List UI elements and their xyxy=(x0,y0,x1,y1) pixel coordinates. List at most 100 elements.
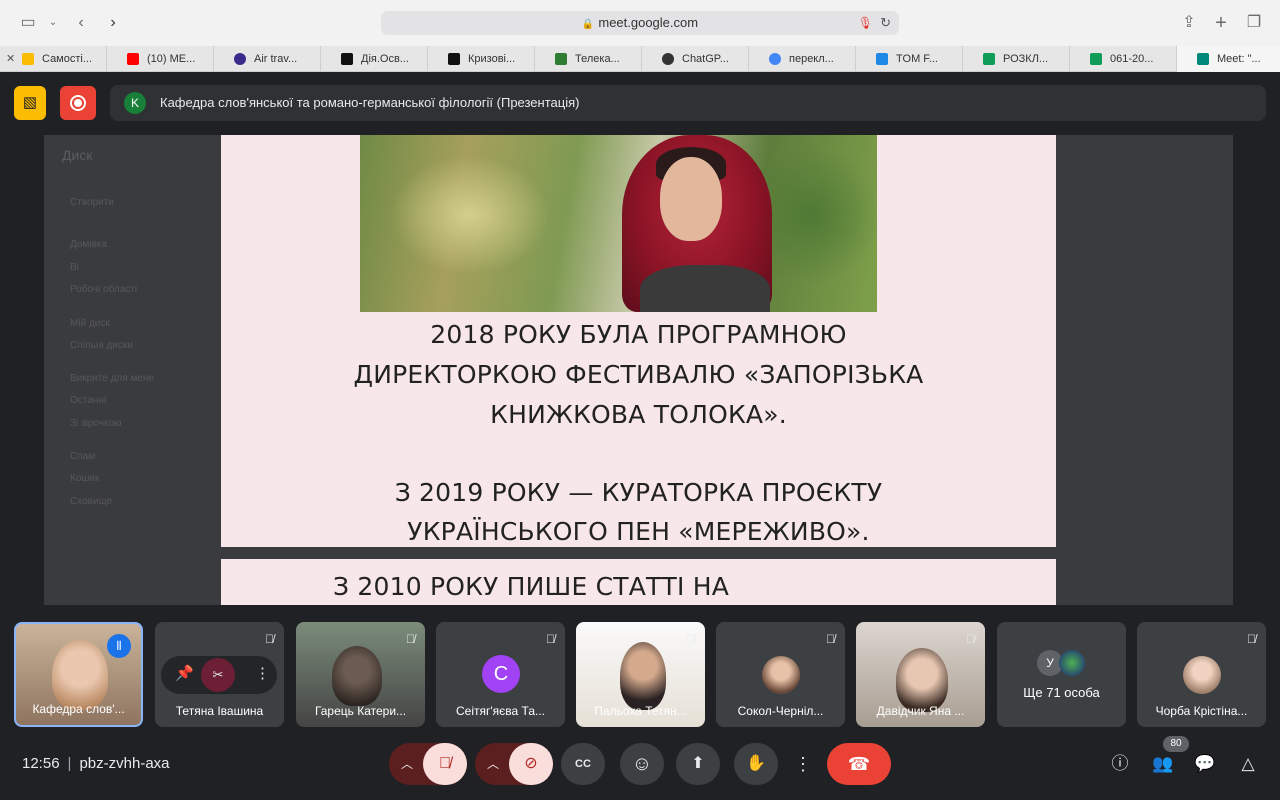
close-icon[interactable]: ✕ xyxy=(6,46,15,72)
favicon-icon xyxy=(341,53,353,65)
favicon-icon xyxy=(127,53,139,65)
participant-tile[interactable]: 🎙̸ Давідчик Яна ... xyxy=(856,622,985,727)
activities-icon[interactable]: △ xyxy=(1236,752,1260,776)
participant-tile[interactable]: 🎙̸ Сокол-Черніл... xyxy=(716,622,845,727)
info-icon[interactable]: ⓘ xyxy=(1108,752,1132,776)
participant-tile[interactable]: 🎙̸ Пальоха Тетян... xyxy=(576,622,705,727)
tab-active[interactable]: Meet: "... xyxy=(1177,46,1280,72)
mic-off-icon: 🎙̸ xyxy=(966,632,975,646)
mic-off-icon: 🎙̸ xyxy=(265,632,274,646)
more-options-icon[interactable]: ⋮ xyxy=(255,664,270,682)
raise-hand-button[interactable]: ✋ xyxy=(734,743,778,785)
tab[interactable]: ChatGP... xyxy=(642,46,749,72)
tab[interactable]: перекл... xyxy=(749,46,856,72)
tab[interactable]: Кризові... xyxy=(428,46,535,72)
pin-icon[interactable]: 📌 xyxy=(175,664,194,682)
tab[interactable]: РОЗКЛ... xyxy=(963,46,1070,72)
participant-video xyxy=(896,648,948,712)
tab-label: РОЗКЛ... xyxy=(1003,53,1049,65)
favicon-icon xyxy=(234,53,246,65)
participant-avatar xyxy=(762,656,800,694)
participant-name: Сокол-Черніл... xyxy=(737,704,824,718)
tab[interactable]: TOM F... xyxy=(856,46,963,72)
mute-participant-icon[interactable]: ✂ xyxy=(201,658,235,692)
participant-video xyxy=(332,646,382,706)
emoji-button[interactable]: ☺ xyxy=(620,743,664,785)
present-screen-button[interactable]: ⬆ xyxy=(676,743,720,785)
recording-button[interactable] xyxy=(60,86,96,120)
chevron-up-icon[interactable]: ︿ xyxy=(401,743,413,785)
tab-label: Кризові... xyxy=(468,53,516,65)
chat-icon[interactable]: 💬 xyxy=(1193,752,1217,776)
participant-tile[interactable]: 🎙̸ Чорба Крістіна... xyxy=(1137,622,1266,727)
tab[interactable]: Дія.Осв... xyxy=(321,46,428,72)
end-call-button[interactable]: ☎ xyxy=(827,743,891,785)
drive-logo: Диск xyxy=(62,147,93,163)
participant-tile[interactable]: 🎙̸ С Сеітяг'яєва Та... xyxy=(436,622,565,727)
drive-item: Зі зірочкою xyxy=(70,418,122,429)
participant-name: Кафедра слов'... xyxy=(32,702,125,716)
favicon-icon xyxy=(555,53,567,65)
tile-controls: 📌 ✂ ⋮ xyxy=(161,656,277,694)
participant-tile[interactable]: 🎙̸ 📌 ✂ ⋮ Тетяна Івашина xyxy=(155,622,284,727)
drive-item: Спільні диски xyxy=(70,340,133,351)
presentation-stage: Диск Створити Домівка Ві Робочі області … xyxy=(44,135,1233,605)
microphone-icon[interactable]: 🎙 xyxy=(858,11,873,35)
mic-off-button[interactable]: 🎙̸ xyxy=(423,743,467,785)
captions-button[interactable]: CC xyxy=(561,743,605,785)
slide-text-line: 2018 РОКУ БУЛА ПРОГРАМНОЮ xyxy=(430,320,847,349)
tab-label: ChatGP... xyxy=(682,53,729,65)
meeting-time: 12:56 xyxy=(22,755,60,772)
chevron-down-icon[interactable]: ⌄ xyxy=(42,12,64,34)
tab[interactable]: 061-20... xyxy=(1070,46,1177,72)
slide-text-line: УКРАЇНСЬКОГО ПЕН «МЕРЕЖИВО». xyxy=(407,517,870,546)
camera-off-indicator-icon[interactable]: ▧ xyxy=(14,86,46,120)
people-icon[interactable]: 👥 xyxy=(1151,752,1175,776)
slide-text-line: ДИРЕКТОРКОЮ ФЕСТИВАЛЮ «ЗАПОРІЗЬКА xyxy=(353,360,924,389)
participant-tile[interactable]: ⦀ Кафедра слов'... xyxy=(14,622,143,727)
camera-control: ︿ ⊘ xyxy=(475,743,553,785)
drive-item: Останні xyxy=(70,395,107,406)
tab[interactable]: ✕ Самості... xyxy=(0,46,107,72)
tab-label: Дія.Осв... xyxy=(361,53,409,65)
tab-label: перекл... xyxy=(789,53,834,65)
participant-name: Ще 71 особа xyxy=(1023,685,1100,700)
mic-off-icon: 🎙̸ xyxy=(686,632,695,646)
participant-name: Давідчик Яна ... xyxy=(876,704,965,718)
back-icon[interactable]: ‹ xyxy=(70,12,92,34)
tab[interactable]: Телека... xyxy=(535,46,642,72)
participant-name: Сеітяг'яєва Та... xyxy=(455,704,545,718)
participant-tile[interactable]: 🎙̸ Гарець Катери... xyxy=(296,622,425,727)
drive-item: Ві xyxy=(70,262,79,273)
sidebar-toggle-icon[interactable]: ▭ xyxy=(17,12,39,34)
drive-item: Створити xyxy=(70,197,114,208)
favicon-icon xyxy=(876,53,888,65)
more-options-button[interactable]: ⋮ xyxy=(786,743,820,785)
slide-photo xyxy=(360,135,877,312)
favicon-icon xyxy=(662,53,674,65)
reload-icon[interactable]: ↻ xyxy=(880,11,891,35)
tab[interactable]: Air trav... xyxy=(214,46,321,72)
forward-icon[interactable]: › xyxy=(102,12,124,34)
tab-strip: ✕ Самості... (10) ME... Air trav... Дія.О… xyxy=(0,46,1280,72)
address-bar[interactable]: 🔒 meet.google.com 🎙 ↻ xyxy=(381,11,899,35)
participant-video xyxy=(52,640,108,710)
participant-avatar xyxy=(1183,656,1221,694)
share-icon[interactable]: ⇪ xyxy=(1178,12,1200,34)
mic-off-icon: 🎙̸ xyxy=(546,632,555,646)
new-tab-icon[interactable]: + xyxy=(1210,12,1232,34)
address-text: meet.google.com xyxy=(598,15,699,30)
tab-label: Air trav... xyxy=(254,53,298,65)
camera-off-button[interactable]: ⊘ xyxy=(509,743,553,785)
tab-label: Самості... xyxy=(42,53,93,65)
chevron-up-icon[interactable]: ︿ xyxy=(487,743,499,785)
participant-avatar xyxy=(1059,650,1085,676)
presentation-title: Кафедра слов'янської та романо-германськ… xyxy=(160,95,580,110)
participant-name: Чорба Крістіна... xyxy=(1155,704,1248,718)
presentation-title-bar: K Кафедра слов'янської та романо-германс… xyxy=(110,85,1266,121)
more-participants-tile[interactable]: У Ще 71 особа xyxy=(997,622,1126,727)
participant-name: Пальоха Тетян... xyxy=(594,704,687,718)
tab[interactable]: (10) ME... xyxy=(107,46,214,72)
slide-text-line: З 2019 РОКУ — КУРАТОРКА ПРОЄКТУ xyxy=(394,478,883,507)
tab-overview-icon[interactable]: ❐ xyxy=(1243,12,1265,34)
